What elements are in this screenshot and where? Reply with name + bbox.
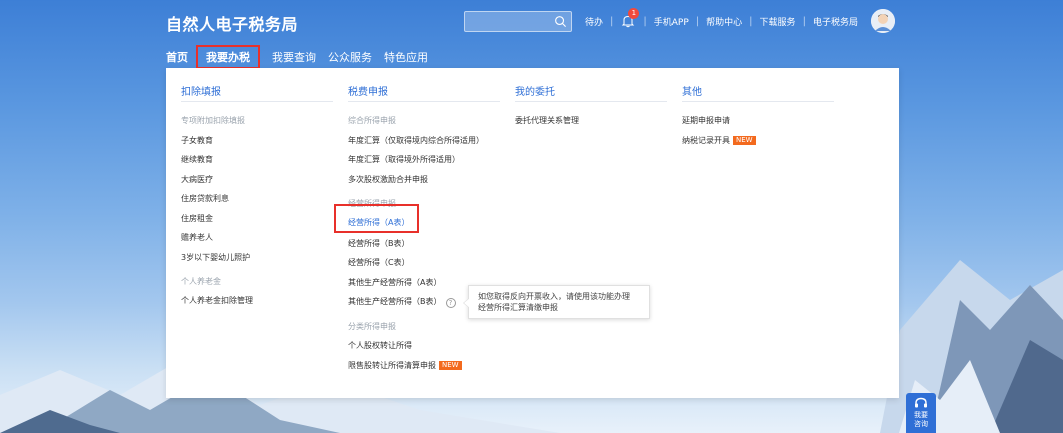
highlight-frame [334, 204, 419, 233]
new-badge: NEW [733, 136, 756, 145]
group-label: 分类所得申报 [348, 322, 396, 331]
menu-item-elderly-support[interactable]: 赡养老人 [181, 232, 213, 243]
column-title-delegation[interactable]: 我的委托 [515, 83, 555, 98]
menu-item-agency-management[interactable]: 委托代理关系管理 [515, 115, 579, 126]
menu-item-label: 纳税记录开具 [682, 136, 730, 145]
menu-item-children-education[interactable]: 子女教育 [181, 135, 213, 146]
nav-special-apps[interactable]: 特色应用 [384, 49, 428, 65]
e-tax-bureau-link[interactable]: 电子税务局 [806, 15, 865, 28]
consult-label-line1: 我要 [914, 411, 928, 419]
consult-float-button[interactable]: 我要 咨询 [906, 393, 936, 433]
menu-item-serious-illness[interactable]: 大病医疗 [181, 174, 213, 185]
menu-item-tax-record[interactable]: 纳税记录开具 NEW [682, 135, 756, 146]
divider [515, 101, 667, 102]
mobile-app-link[interactable]: 手机APP [647, 15, 696, 28]
help-center-link[interactable]: 帮助中心 [699, 15, 749, 28]
group-label: 专项附加扣除填报 [181, 116, 245, 125]
menu-item-business-income-c[interactable]: 经营所得（C表） [348, 257, 410, 268]
group-label: 个人养老金 [181, 277, 221, 286]
nav-handle-tax[interactable]: 我要办税 [196, 45, 260, 69]
notification-bell[interactable]: 1 [613, 8, 643, 34]
nav-public-service[interactable]: 公众服务 [328, 49, 372, 65]
divider [181, 101, 333, 102]
menu-item-extension-application[interactable]: 延期申报申请 [682, 115, 730, 126]
column-title-deduction[interactable]: 扣除填报 [181, 83, 221, 98]
help-icon[interactable]: ? [445, 298, 456, 308]
nav-query[interactable]: 我要查询 [272, 49, 316, 65]
menu-item-pension-deduction[interactable]: 个人养老金扣除管理 [181, 295, 253, 306]
menu-item-restricted-stock[interactable]: 限售股转让所得清算申报 NEW [348, 360, 462, 371]
group-label: 综合所得申报 [348, 116, 396, 125]
nav-home[interactable]: 首页 [166, 49, 188, 65]
headset-icon [915, 397, 927, 408]
column-title-declaration[interactable]: 税费申报 [348, 83, 388, 98]
search-box [464, 11, 572, 34]
menu-item-annual-settlement-domestic[interactable]: 年度汇算（仅取得境内综合所得适用） [348, 135, 484, 146]
download-service-link[interactable]: 下载服务 [753, 15, 803, 28]
top-header: 自然人电子税务局 待办 | 1 | 手机APP | 帮助中心 | 下载服务 | … [0, 0, 1063, 46]
menu-item-infant-care[interactable]: 3岁以下婴幼儿照护 [181, 252, 250, 263]
tooltip: 如您取得反向开票收入，请使用该功能办理 经营所得汇算清缴申报 [463, 285, 650, 319]
column-title-other[interactable]: 其他 [682, 83, 702, 98]
divider [348, 101, 500, 102]
search-icon[interactable] [554, 15, 567, 28]
menu-item-continuing-education[interactable]: 继续教育 [181, 154, 213, 165]
menu-item-other-business-a[interactable]: 其他生产经营所得（A表） [348, 277, 441, 288]
divider [682, 101, 834, 102]
top-links: 待办 | 1 | 手机APP | 帮助中心 | 下载服务 | 电子税务局 [578, 8, 895, 34]
dropdown-menu-panel: 扣除填报 专项附加扣除填报 子女教育 继续教育 大病医疗 住房贷款利息 住房租金… [166, 68, 899, 398]
site-brand[interactable]: 自然人电子税务局 [166, 11, 298, 35]
menu-item-annual-settlement-overseas[interactable]: 年度汇算（取得境外所得适用） [348, 154, 460, 165]
menu-item-mortgage-interest[interactable]: 住房贷款利息 [181, 193, 229, 204]
menu-item-other-business-b[interactable]: 其他生产经营所得（B表）? [348, 296, 456, 308]
menu-item-business-income-b[interactable]: 经营所得（B表） [348, 238, 410, 249]
avatar[interactable] [870, 9, 895, 33]
menu-item-label: 限售股转让所得清算申报 [348, 361, 436, 370]
notification-badge: 1 [628, 8, 640, 19]
menu-item-housing-rent[interactable]: 住房租金 [181, 213, 213, 224]
search-input[interactable] [465, 15, 551, 34]
menu-item-label: 其他生产经营所得（B表） [348, 297, 442, 306]
menu-item-equity-incentive[interactable]: 多次股权激励合并申报 [348, 174, 428, 185]
user-avatar-icon [870, 9, 895, 33]
main-nav: 首页 我要办税 我要查询 公众服务 特色应用 [166, 45, 440, 69]
consult-label-line2: 咨询 [914, 420, 928, 428]
new-badge: NEW [439, 361, 462, 370]
todo-link[interactable]: 待办 [578, 15, 610, 28]
menu-item-equity-transfer[interactable]: 个人股权转让所得 [348, 340, 412, 351]
